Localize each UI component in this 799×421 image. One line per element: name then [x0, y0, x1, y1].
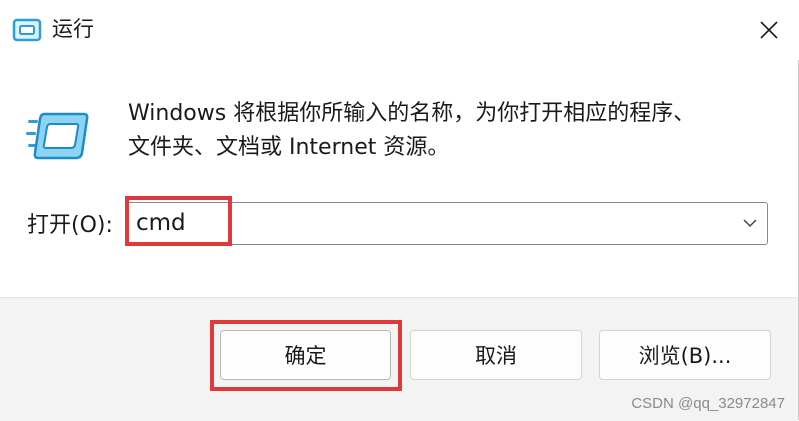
dialog-content: Windows 将根据你所输入的名称，为你打开相应的程序、 文件夹、文档或 In…: [0, 60, 798, 297]
open-combobox[interactable]: [125, 202, 768, 245]
open-label: 打开(O):: [27, 213, 113, 238]
instruction-line-1: Windows 将根据你所输入的名称，为你打开相应的程序、: [128, 101, 696, 126]
chevron-down-icon[interactable]: [742, 216, 758, 230]
instruction-text: Windows 将根据你所输入的名称，为你打开相应的程序、 文件夹、文档或 In…: [128, 97, 778, 165]
window-title: 运行: [52, 17, 94, 41]
close-icon: [760, 21, 778, 39]
instruction-line-2: 文件夹、文档或 Internet 资源。: [128, 135, 450, 160]
run-dialog: 运行 Windows 将根据你所输入的名称，为你打开相应的程序、 文件夹、文档或…: [0, 0, 799, 421]
open-input[interactable]: [136, 203, 726, 244]
watermark: CSDN @qq_32972847: [631, 395, 785, 412]
run-dialog-icon: [12, 18, 42, 42]
cancel-button[interactable]: 取消: [410, 330, 582, 380]
run-icon: [26, 112, 89, 160]
close-button[interactable]: [739, 0, 799, 60]
ok-button[interactable]: 确定: [220, 330, 391, 380]
title-bar[interactable]: 运行: [0, 0, 799, 60]
browse-button[interactable]: 浏览(B)...: [599, 330, 771, 380]
